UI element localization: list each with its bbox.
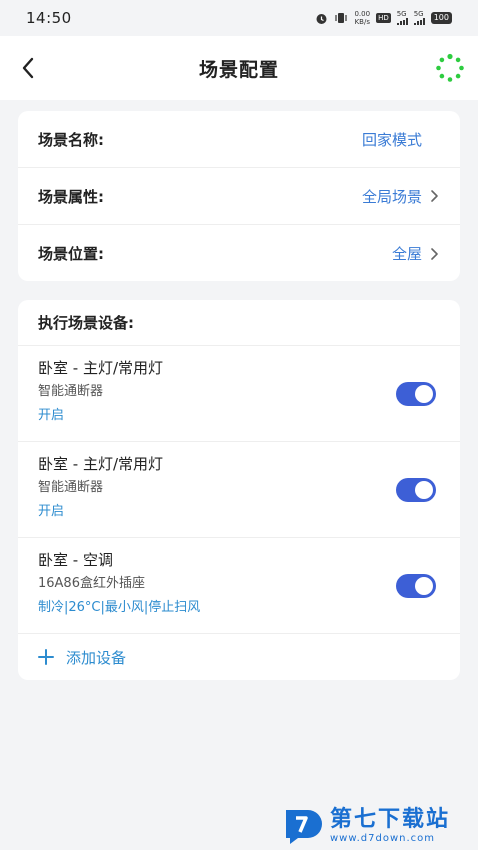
net-speed-unit: KB/s (354, 18, 370, 26)
device-name: 卧室 - 空调 (38, 551, 113, 569)
scene-location-label: 场景位置: (38, 245, 104, 263)
signal-sim1: 5G (396, 10, 408, 25)
scene-name-value-wrap: 回家模式 (362, 129, 440, 150)
sim1-label: 5G (396, 10, 407, 18)
battery-indicator: 100 (430, 12, 452, 24)
watermark-url: www.d7down.com (330, 832, 436, 844)
loading-spinner-icon (436, 53, 464, 82)
add-device-button[interactable]: 添加设备 (18, 634, 460, 680)
scene-name-value: 回家模式 (361, 130, 422, 149)
watermark-text: 第七下载站 www.d7down.com (330, 807, 450, 844)
device-type: 智能通断器 (38, 480, 104, 495)
plus-icon (38, 649, 54, 665)
scene-attribute-value: 全局场景 (361, 187, 422, 206)
status-icons: 0.00 KB/s HD 5G 5G 100 (315, 10, 452, 26)
signal-sim2: 5G (413, 10, 425, 25)
back-button[interactable] (10, 50, 46, 86)
device-action: 开启 (38, 504, 65, 519)
status-bar: 14:50 0.00 KB/s HD 5G 5G 100 (0, 0, 478, 36)
page-title: 场景配置 (198, 58, 279, 81)
device-item[interactable]: 卧室 - 空调 16A86盒红外插座 制冷|26°C|最小风|停止扫风 (18, 538, 460, 634)
add-device-label: 添加设备 (66, 648, 127, 667)
device-name: 卧室 - 主灯/常用灯 (38, 455, 164, 473)
watermark-logo-icon (286, 810, 322, 844)
device-name: 卧室 - 主灯/常用灯 (38, 359, 164, 377)
scene-attribute-label: 场景属性: (38, 187, 104, 206)
sync-button[interactable] (432, 50, 468, 86)
hd-badge: HD (376, 13, 391, 23)
device-action: 制冷|26°C|最小风|停止扫风 (38, 600, 201, 615)
device-toggle[interactable] (396, 382, 436, 406)
signal-bars-icon (396, 18, 408, 25)
scene-location-row[interactable]: 场景位置: 全屋 (18, 225, 460, 281)
devices-section-header: 执行场景设备: (18, 300, 460, 346)
net-speed-value: 0.00 (354, 10, 371, 18)
watermark: 第七下载站 www.d7down.com (282, 800, 472, 850)
device-item[interactable]: 卧室 - 主灯/常用灯 智能通断器 开启 (18, 442, 460, 538)
net-speed: 0.00 KB/s (354, 10, 370, 26)
scene-location-value-wrap: 全屋 (392, 243, 440, 264)
status-time: 14:50 (26, 9, 72, 27)
devices-section-title: 执行场景设备: (38, 314, 134, 332)
chevron-right-icon (428, 188, 440, 204)
device-type: 智能通断器 (38, 384, 104, 399)
toggle-knob (415, 385, 433, 403)
scene-name-row[interactable]: 场景名称: 回家模式 (18, 111, 460, 168)
device-toggle[interactable] (396, 478, 436, 502)
sim2-label: 5G (413, 10, 424, 18)
toggle-knob (415, 577, 433, 595)
device-action: 开启 (38, 408, 65, 423)
scene-info-card: 场景名称: 回家模式 场景属性: 全局场景 场景位置: 全屋 (18, 111, 460, 281)
watermark-title: 第七下载站 (330, 806, 451, 832)
device-toggle[interactable] (396, 574, 436, 598)
device-item[interactable]: 卧室 - 主灯/常用灯 智能通断器 开启 (18, 346, 460, 442)
signal-bars-icon (413, 18, 425, 25)
nav-bar: 场景配置 (0, 36, 478, 100)
scene-devices-card: 执行场景设备: 卧室 - 主灯/常用灯 智能通断器 开启 卧室 - 主灯/常用灯… (18, 300, 460, 680)
scene-attribute-value-wrap: 全局场景 (362, 186, 440, 207)
scene-attribute-row[interactable]: 场景属性: 全局场景 (18, 168, 460, 225)
alarm-icon (315, 12, 328, 25)
chevron-right-icon (428, 246, 440, 262)
device-type: 16A86盒红外插座 (38, 576, 145, 591)
scene-name-label: 场景名称: (38, 130, 104, 149)
chevron-left-icon (22, 57, 34, 79)
vibrate-icon (334, 12, 348, 24)
toggle-knob (415, 481, 433, 499)
scene-location-value: 全屋 (391, 245, 422, 263)
